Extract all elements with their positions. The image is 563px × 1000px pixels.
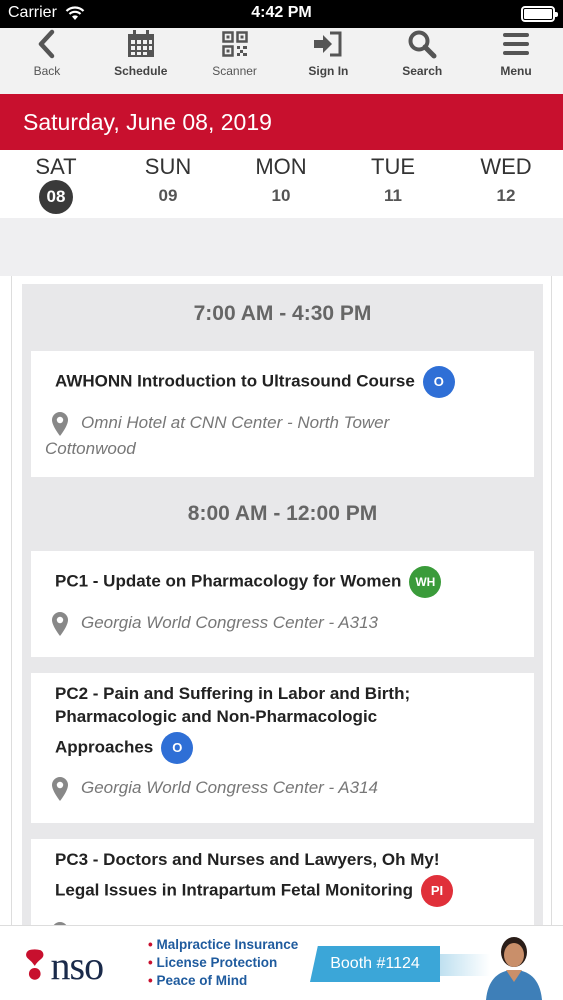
battery-icon — [521, 6, 558, 22]
sign-in-label: Sign In — [308, 64, 349, 78]
session-card[interactable]: PC1 - Update on Pharmacology for Women WH… — [31, 551, 534, 657]
session-location: Georgia World Congress Center - A314 — [81, 778, 379, 797]
session-title: PC2 - Pain and Suffering in Labor and Bi… — [55, 682, 410, 764]
nso-logo: ❢nso — [18, 943, 105, 988]
day-name: WED — [480, 154, 532, 179]
track-badge: O — [161, 732, 194, 764]
session-title-line: PC3 - Doctors and Nurses and Lawyers, Oh… — [55, 850, 440, 869]
day-tab-sat[interactable]: SAT 08 — [11, 154, 101, 214]
day-number: 11 — [384, 186, 402, 205]
track-badge: O — [422, 366, 455, 398]
ad-benefits-list: • Malpractice Insurance • License Protec… — [148, 937, 299, 988]
sign-in-button[interactable]: Sign In — [281, 28, 375, 94]
back-label: Back — [33, 64, 61, 78]
ad-benefit: License Protection — [156, 955, 278, 970]
day-number: 12 — [496, 186, 516, 205]
day-number: 10 — [271, 186, 291, 205]
day-number-selected: 08 — [39, 180, 73, 214]
day-tab-sun[interactable]: SUN 09 — [123, 154, 213, 206]
location-pin-icon — [52, 777, 68, 801]
scanner-label: Scanner — [212, 64, 257, 78]
session-title-line: Approaches — [55, 737, 154, 757]
time-slot-header: 8:00 AM - 12:00 PM — [187, 502, 378, 525]
session-card[interactable]: AWHONN Introduction to Ultrasound Course… — [31, 351, 534, 477]
hamburger-menu-icon — [503, 33, 530, 55]
day-tab-mon[interactable]: MON 10 — [236, 154, 326, 206]
booth-label: Booth #1124 — [310, 946, 440, 982]
ad-benefit: Malpractice Insurance — [156, 937, 299, 952]
status-bar: Carrier 4:42 PM — [0, 0, 563, 28]
session-title: PC1 - Update on Pharmacology for Women WH — [55, 566, 442, 598]
day-name: SAT — [35, 154, 77, 179]
toolbar: Back Schedule Scanner Sign In Search Men… — [0, 28, 563, 94]
track-badge: PI — [421, 875, 453, 907]
back-button[interactable]: Back — [0, 28, 94, 94]
schedule-list[interactable]: 7:00 AM - 4:30 PM AWHONN Introduction to… — [22, 284, 543, 944]
session-location: Georgia World Congress Center - A313 — [81, 613, 379, 632]
schedule-label: Schedule — [114, 64, 168, 78]
day-selector: SAT 08 SUN 09 MON 10 TUE 11 WED 12 — [0, 150, 563, 218]
day-name: SUN — [144, 154, 192, 179]
chevron-left-icon — [38, 29, 55, 59]
session-title-line: PC2 - Pain and Suffering in Labor and Bi… — [55, 684, 411, 703]
session-title: PC3 - Doctors and Nurses and Lawyers, Oh… — [55, 848, 453, 907]
nurse-photo — [486, 937, 542, 1000]
spacer-band — [0, 218, 563, 276]
sign-in-icon — [314, 31, 342, 57]
search-label: Search — [402, 64, 443, 78]
session-title-text: PC1 - Update on Pharmacology for Women — [55, 571, 402, 591]
session-title-line: Legal Issues in Intrapartum Fetal Monito… — [55, 880, 413, 900]
day-name: TUE — [371, 154, 415, 179]
location-pin-icon — [52, 612, 68, 636]
day-number: 09 — [158, 186, 178, 205]
date-banner: Saturday, June 08, 2019 — [0, 94, 563, 150]
session-title-text: AWHONN Introduction to Ultrasound Course — [55, 371, 415, 391]
day-tab-wed[interactable]: WED 12 — [461, 154, 551, 206]
location-pin-icon — [52, 412, 68, 436]
nso-logo-text: nso — [50, 943, 105, 988]
ad-benefit: Peace of Mind — [156, 973, 248, 988]
status-time: 4:42 PM — [251, 4, 312, 21]
scanner-button[interactable]: Scanner — [188, 28, 282, 94]
session-location-room: Cottonwood — [45, 439, 136, 458]
schedule-container: 7:00 AM - 4:30 PM AWHONN Introduction to… — [11, 276, 552, 944]
ad-banner[interactable]: ❢nso • Malpractice Insurance • License P… — [0, 925, 563, 1000]
session-card[interactable]: PC2 - Pain and Suffering in Labor and Bi… — [31, 673, 534, 823]
search-icon — [408, 30, 437, 59]
day-tab-tue[interactable]: TUE 11 — [348, 154, 438, 206]
session-location: Omni Hotel at CNN Center - North Tower — [81, 413, 390, 432]
calendar-icon — [127, 30, 154, 57]
qr-code-icon — [221, 31, 248, 57]
search-button[interactable]: Search — [375, 28, 469, 94]
session-title-line: Pharmacologic and Non-Pharmacologic — [55, 707, 378, 726]
track-badge: WH — [409, 566, 442, 598]
menu-label: Menu — [500, 64, 532, 78]
day-name: MON — [255, 154, 307, 179]
menu-button[interactable]: Menu — [469, 28, 563, 94]
schedule-button[interactable]: Schedule — [94, 28, 188, 94]
session-title: AWHONN Introduction to Ultrasound Course… — [55, 366, 455, 398]
time-slot-header: 7:00 AM - 4:30 PM — [193, 302, 372, 325]
